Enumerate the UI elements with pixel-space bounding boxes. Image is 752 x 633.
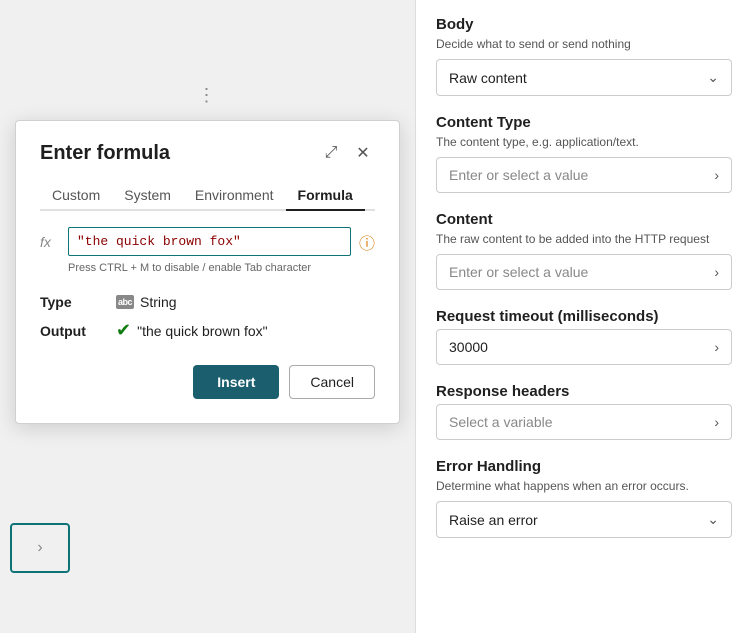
content-type-chevron: › bbox=[714, 167, 719, 183]
dialog-footer: Insert Cancel bbox=[40, 365, 375, 399]
response-headers-input[interactable]: Select a variable › bbox=[436, 404, 732, 440]
check-icon: ✔ bbox=[116, 320, 131, 341]
string-type-icon: abc bbox=[116, 295, 134, 309]
response-headers-section: Response headers Select a variable › bbox=[436, 383, 732, 440]
content-type-section: Content Type The content type, e.g. appl… bbox=[436, 114, 732, 193]
dialog-header-icons: ⤢ ✕ bbox=[319, 141, 375, 165]
dialog-title: Enter formula bbox=[40, 142, 170, 165]
body-subtitle: Decide what to send or send nothing bbox=[436, 37, 732, 51]
request-timeout-value: 30000 bbox=[449, 339, 488, 355]
tab-custom[interactable]: Custom bbox=[40, 181, 112, 211]
content-input[interactable]: Enter or select a value › bbox=[436, 254, 732, 290]
content-type-input[interactable]: Enter or select a value › bbox=[436, 157, 732, 193]
response-headers-title: Response headers bbox=[436, 383, 732, 400]
error-handling-title: Error Handling bbox=[436, 458, 732, 475]
body-dropdown-chevron: ⌄ bbox=[707, 69, 719, 86]
cancel-button[interactable]: Cancel bbox=[289, 365, 375, 399]
dialog-header: Enter formula ⤢ ✕ bbox=[40, 141, 375, 165]
right-panel: Body Decide what to send or send nothing… bbox=[415, 0, 752, 633]
formula-hint: Press CTRL + M to disable / enable Tab c… bbox=[68, 262, 375, 274]
request-timeout-input[interactable]: 30000 › bbox=[436, 329, 732, 365]
error-handling-section: Error Handling Determine what happens wh… bbox=[436, 458, 732, 538]
content-type-title: Content Type bbox=[436, 114, 732, 131]
body-section: Body Decide what to send or send nothing… bbox=[436, 16, 732, 96]
error-handling-dropdown[interactable]: Raise an error ⌄ bbox=[436, 501, 732, 538]
error-handling-chevron: ⌄ bbox=[707, 511, 719, 528]
error-handling-value: Raise an error bbox=[449, 512, 538, 528]
formula-input-row: fx ⓘ bbox=[40, 227, 375, 256]
close-icon[interactable]: ✕ bbox=[351, 141, 375, 165]
content-title: Content bbox=[436, 211, 732, 228]
response-headers-placeholder: Select a variable bbox=[449, 414, 553, 430]
content-section: Content The raw content to be added into… bbox=[436, 211, 732, 290]
error-handling-subtitle: Determine what happens when an error occ… bbox=[436, 479, 732, 493]
info-icon[interactable]: ⓘ bbox=[359, 230, 375, 254]
output-text: "the quick brown fox" bbox=[137, 323, 268, 339]
body-dropdown-value: Raw content bbox=[449, 70, 527, 86]
formula-input[interactable] bbox=[68, 227, 351, 256]
output-row: Output ✔ "the quick brown fox" bbox=[40, 320, 375, 341]
fx-label: fx bbox=[40, 234, 60, 250]
content-subtitle: The raw content to be added into the HTT… bbox=[436, 232, 732, 246]
output-label: Output bbox=[40, 323, 100, 339]
type-value: abc String bbox=[116, 294, 177, 310]
formula-tabs: Custom System Environment Formula bbox=[40, 181, 375, 211]
content-chevron: › bbox=[714, 264, 719, 280]
content-placeholder: Enter or select a value bbox=[449, 264, 588, 280]
tab-formula[interactable]: Formula bbox=[286, 181, 365, 211]
request-timeout-section: Request timeout (milliseconds) 30000 › bbox=[436, 308, 732, 365]
response-headers-chevron: › bbox=[714, 414, 719, 430]
content-type-placeholder: Enter or select a value bbox=[449, 167, 588, 183]
type-text: String bbox=[140, 294, 177, 310]
type-label: Type bbox=[40, 294, 100, 310]
tab-environment[interactable]: Environment bbox=[183, 181, 286, 211]
body-title: Body bbox=[436, 16, 732, 33]
content-type-subtitle: The content type, e.g. application/text. bbox=[436, 135, 732, 149]
insert-button[interactable]: Insert bbox=[193, 365, 279, 399]
output-value: ✔ "the quick brown fox" bbox=[116, 320, 268, 341]
request-timeout-title: Request timeout (milliseconds) bbox=[436, 308, 732, 325]
body-dropdown[interactable]: Raw content ⌄ bbox=[436, 59, 732, 96]
tab-system[interactable]: System bbox=[112, 181, 183, 211]
expand-icon[interactable]: ⤢ bbox=[319, 141, 343, 165]
type-row: Type abc String bbox=[40, 294, 375, 310]
request-timeout-chevron: › bbox=[714, 339, 719, 355]
enter-formula-dialog: Enter formula ⤢ ✕ Custom System Environm… bbox=[15, 120, 400, 424]
